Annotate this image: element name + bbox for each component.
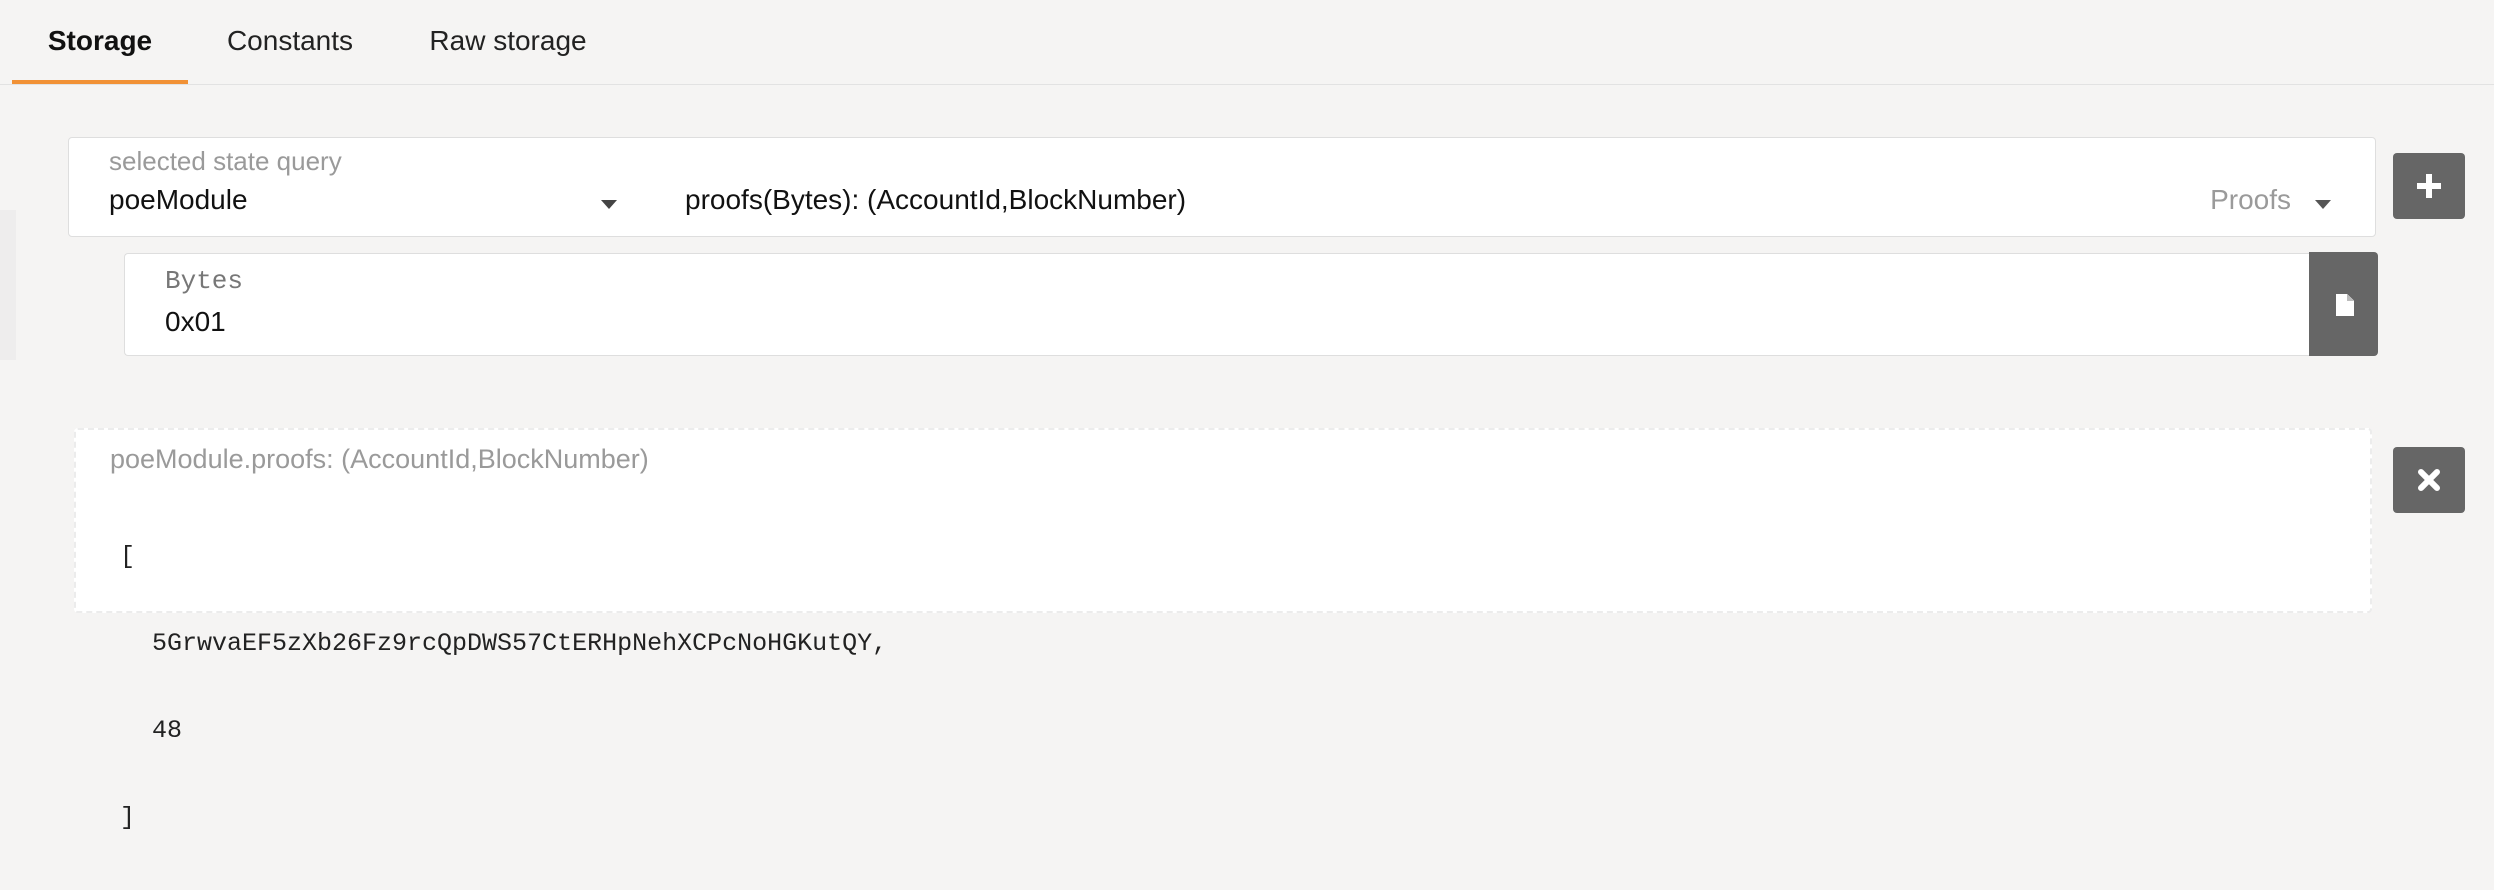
method-value[interactable]: proofs(Bytes): (AccountId,BlockNumber) xyxy=(685,184,1186,216)
add-query-button[interactable] xyxy=(2393,153,2465,219)
result-label: poeModule.proofs: (AccountId,BlockNumber… xyxy=(110,444,649,474)
tab-raw-storage[interactable]: Raw storage xyxy=(420,0,596,82)
plus-icon xyxy=(2426,174,2432,198)
module-value[interactable]: poeModule xyxy=(109,184,248,216)
section-value[interactable]: Proofs xyxy=(2210,184,2291,216)
param-value[interactable]: 0x01 xyxy=(165,306,226,338)
result-line: 5GrwvaEF5zXb26Fz9rcQpDWS57CtERHpNehXCPcN… xyxy=(152,629,888,658)
bytes-param-input[interactable]: Bytes 0x01 xyxy=(124,253,2310,356)
tab-bar: Storage Constants Raw storage xyxy=(0,0,2494,85)
tab-storage[interactable]: Storage xyxy=(12,0,188,82)
state-query-selector: selected state query poeModule proofs(By… xyxy=(68,137,2376,237)
remove-result-button[interactable] xyxy=(2393,447,2465,513)
query-result: poeModule.proofs: (AccountId,BlockNumber… xyxy=(74,428,2372,832)
chevron-down-icon[interactable] xyxy=(2315,200,2331,209)
active-tab-indicator xyxy=(12,80,188,84)
close-icon xyxy=(2418,469,2440,491)
state-query-label: selected state query xyxy=(109,146,342,176)
params-indent-stripe xyxy=(0,210,16,360)
result-value: [ 5GrwvaEF5zXb26Fz9rcQpDWS57CtERHpNehXCP… xyxy=(120,484,887,890)
tab-constants[interactable]: Constants xyxy=(214,0,366,82)
param-label: Bytes xyxy=(165,266,244,296)
result-line: 48 xyxy=(152,716,183,745)
result-line: [ xyxy=(120,542,136,571)
result-line: ] xyxy=(120,803,136,832)
file-icon xyxy=(2336,294,2354,316)
chevron-down-icon[interactable] xyxy=(601,200,617,209)
file-upload-button[interactable] xyxy=(2309,252,2378,356)
